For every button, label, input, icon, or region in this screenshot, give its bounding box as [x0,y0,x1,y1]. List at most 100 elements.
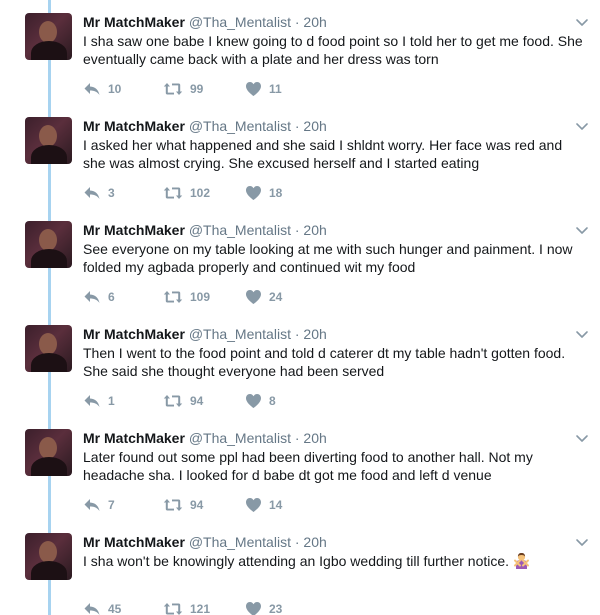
separator-dot: · [294,222,300,238]
user-handle[interactable]: @Tha_Mentalist [189,14,291,30]
chevron-down-icon [576,19,588,26]
retweet-count: 109 [190,290,211,304]
separator-dot: · [294,118,300,134]
user-handle[interactable]: @Tha_Mentalist [189,430,291,446]
retweet-icon [163,83,183,95]
tweet[interactable]: Mr MatchMaker @Tha_Mentalist · 20h I sha… [0,520,600,615]
reply-button[interactable]: 3 [83,183,115,203]
tweet[interactable]: Mr MatchMaker @Tha_Mentalist · 20h I sha… [0,0,600,104]
user-handle[interactable]: @Tha_Mentalist [189,118,291,134]
tweet-timestamp[interactable]: 20h [303,222,326,238]
like-button[interactable]: 8 [245,391,276,411]
retweet-button[interactable]: 94 [163,391,203,411]
reply-icon [84,499,100,511]
retweet-button[interactable]: 94 [163,495,203,515]
user-handle[interactable]: @Tha_Mentalist [189,326,291,342]
heart-icon [246,186,261,200]
tweet-timestamp[interactable]: 20h [303,534,326,550]
reply-icon [84,291,100,303]
tweet-actions: 1 94 8 [83,391,383,411]
display-name[interactable]: Mr MatchMaker [83,222,185,238]
tweet-menu-button[interactable] [574,430,590,446]
retweet-icon [163,395,183,407]
like-button[interactable]: 24 [245,287,282,307]
display-name[interactable]: Mr MatchMaker [83,118,185,134]
tweet-menu-button[interactable] [574,326,590,342]
retweet-button[interactable]: 99 [163,79,203,99]
retweet-icon [163,499,183,511]
person-gesturing-no-emoji [513,552,530,574]
display-name[interactable]: Mr MatchMaker [83,14,185,30]
reply-button[interactable]: 6 [83,287,115,307]
retweet-count: 121 [190,602,211,615]
reply-button[interactable]: 1 [83,391,115,411]
heart-icon [246,82,261,96]
avatar[interactable] [25,533,72,580]
tweet-timestamp[interactable]: 20h [303,14,326,30]
separator-dot: · [294,534,300,550]
user-handle[interactable]: @Tha_Mentalist [189,534,291,550]
user-handle[interactable]: @Tha_Mentalist [189,222,291,238]
chevron-down-icon [576,435,588,442]
like-count: 8 [269,394,276,408]
avatar[interactable] [25,13,72,60]
reply-button[interactable]: 45 [83,599,121,615]
heart-icon [246,498,261,512]
reply-icon [84,395,100,407]
tweet-menu-button[interactable] [574,534,590,550]
tweet[interactable]: Mr MatchMaker @Tha_Mentalist · 20h Then … [0,312,600,416]
tweet-actions: 3 102 18 [83,183,383,203]
tweet[interactable]: Mr MatchMaker @Tha_Mentalist · 20h I ask… [0,104,600,208]
tweet-header: Mr MatchMaker @Tha_Mentalist · 20h [83,13,327,31]
like-count: 11 [269,82,282,96]
retweet-icon [163,187,183,199]
like-button[interactable]: 23 [245,599,282,615]
tweet-header: Mr MatchMaker @Tha_Mentalist · 20h [83,533,327,551]
tweet-menu-button[interactable] [574,118,590,134]
chevron-down-icon [576,227,588,234]
reply-count: 10 [108,82,122,96]
tweet-timestamp[interactable]: 20h [303,326,326,342]
avatar[interactable] [25,117,72,164]
retweet-count: 102 [190,186,211,200]
tweet-menu-button[interactable] [574,14,590,30]
tweet-actions: 6 109 24 [83,287,383,307]
tweet[interactable]: Mr MatchMaker @Tha_Mentalist · 20h Later… [0,416,600,520]
avatar[interactable] [25,429,72,476]
avatar[interactable] [25,325,72,372]
display-name[interactable]: Mr MatchMaker [83,326,185,342]
tweet-text: Then I went to the food point and told d… [83,345,566,379]
tweet-header: Mr MatchMaker @Tha_Mentalist · 20h [83,429,327,447]
tweet-text: I sha saw one babe I knew going to d foo… [83,33,583,67]
separator-dot: · [294,14,300,30]
tweet-actions: 45 121 23 [83,599,383,615]
like-count: 18 [269,186,283,200]
like-button[interactable]: 11 [245,79,282,99]
retweet-button[interactable]: 121 [163,599,210,615]
tweet-menu-button[interactable] [574,222,590,238]
like-count: 23 [269,602,283,615]
reply-icon [84,83,100,95]
tweet[interactable]: Mr MatchMaker @Tha_Mentalist · 20h See e… [0,208,600,312]
like-button[interactable]: 18 [245,183,282,203]
reply-icon [84,187,100,199]
display-name[interactable]: Mr MatchMaker [83,430,185,446]
avatar[interactable] [25,221,72,268]
tweet-header: Mr MatchMaker @Tha_Mentalist · 20h [83,117,327,135]
reply-button[interactable]: 10 [83,79,121,99]
retweet-button[interactable]: 102 [163,183,210,203]
chevron-down-icon [576,331,588,338]
tweet-actions: 10 99 11 [83,79,383,99]
retweet-icon [163,291,183,303]
chevron-down-icon [576,123,588,130]
retweet-count: 94 [190,498,204,512]
tweet-timestamp[interactable]: 20h [303,430,326,446]
tweet-timestamp[interactable]: 20h [303,118,326,134]
heart-icon [246,602,261,615]
display-name[interactable]: Mr MatchMaker [83,534,185,550]
reply-button[interactable]: 7 [83,495,115,515]
like-count: 24 [269,290,283,304]
like-count: 14 [269,498,283,512]
retweet-button[interactable]: 109 [163,287,210,307]
like-button[interactable]: 14 [245,495,282,515]
